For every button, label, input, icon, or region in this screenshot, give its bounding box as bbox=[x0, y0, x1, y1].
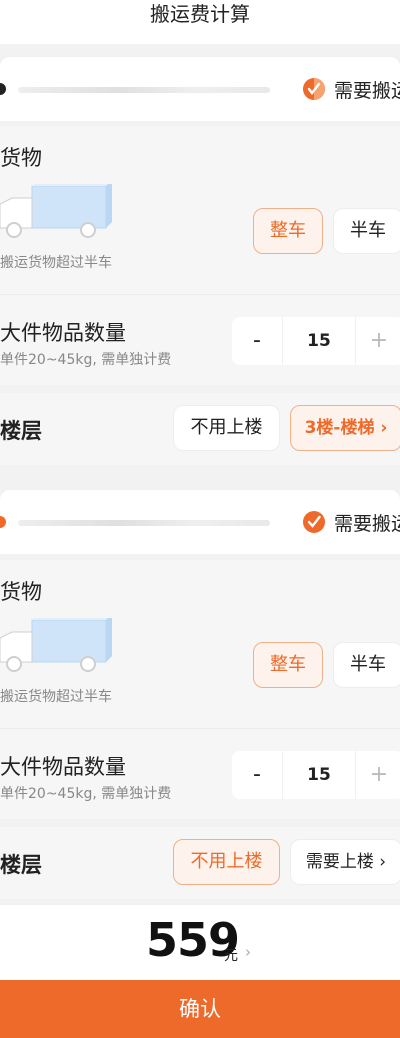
need-move-label[interactable]: 需要搬运 bbox=[334, 76, 400, 103]
quantity-stepper: - 15 + bbox=[232, 317, 400, 365]
decrement-button[interactable]: - bbox=[232, 751, 282, 799]
bulky-items-card: 大件物品数量 单件20~45kg, 需单独计费 - 15 + bbox=[0, 728, 400, 819]
no-stairs-option[interactable]: 不用上楼 bbox=[173, 405, 280, 451]
no-stairs-option[interactable]: 不用上楼 bbox=[173, 839, 280, 885]
address-dot-icon bbox=[0, 516, 6, 528]
full-truck-option[interactable]: 整车 bbox=[253, 208, 323, 254]
cargo-subtitle: 搬运货物超过半车 bbox=[0, 255, 112, 271]
move-toggle-icon[interactable] bbox=[302, 77, 326, 101]
floor-title: 楼层 bbox=[0, 419, 42, 443]
cargo-subtitle: 搬运货物超过半车 bbox=[0, 689, 112, 705]
cargo-card: 货物 搬运货物超过半车 整车 半车 bbox=[0, 560, 400, 728]
bulky-items-subtitle: 单件20~45kg, 需单独计费 bbox=[0, 786, 172, 802]
address-text-blurred bbox=[18, 520, 270, 526]
quantity-value[interactable]: 15 bbox=[282, 751, 356, 799]
chevron-right-icon[interactable]: › bbox=[245, 943, 251, 961]
floor-card: 楼层 不用上楼 需要上楼 › bbox=[0, 827, 400, 899]
check-circle-icon[interactable] bbox=[302, 510, 326, 534]
half-truck-option[interactable]: 半车 bbox=[333, 208, 400, 254]
cargo-title: 货物 bbox=[0, 580, 42, 604]
quantity-stepper: - 15 + bbox=[232, 751, 400, 799]
truck-icon bbox=[0, 618, 112, 672]
total-unit: 元 bbox=[224, 948, 238, 964]
floor-title: 楼层 bbox=[0, 853, 42, 877]
need-move-label[interactable]: 需要搬运 bbox=[334, 509, 400, 536]
cargo-title: 货物 bbox=[0, 146, 42, 170]
quantity-value[interactable]: 15 bbox=[282, 317, 356, 365]
bulky-items-title: 大件物品数量 bbox=[0, 321, 126, 345]
bulky-items-title: 大件物品数量 bbox=[0, 755, 126, 779]
confirm-button[interactable]: 确认 bbox=[0, 980, 400, 1038]
increment-button[interactable]: + bbox=[354, 751, 400, 799]
page-title: 搬运费计算 bbox=[150, 2, 250, 26]
increment-button[interactable]: + bbox=[354, 317, 400, 365]
full-truck-option[interactable]: 整车 bbox=[253, 642, 323, 688]
decrement-button[interactable]: - bbox=[232, 317, 282, 365]
truck-icon bbox=[0, 184, 112, 238]
half-truck-option[interactable]: 半车 bbox=[333, 642, 400, 688]
total-price-bar[interactable]: 559 元 › bbox=[0, 905, 400, 980]
address-dot-icon bbox=[0, 83, 6, 95]
bulky-items-subtitle: 单件20~45kg, 需单独计费 bbox=[0, 352, 172, 368]
bulky-items-card: 大件物品数量 单件20~45kg, 需单独计费 - 15 + bbox=[0, 294, 400, 385]
page-header: 搬运费计算 bbox=[0, 0, 400, 44]
floor-card: 楼层 不用上楼 3楼-楼梯 › bbox=[0, 393, 400, 465]
address-bar[interactable]: 需要搬运 bbox=[0, 57, 400, 121]
floor-stairs-option[interactable]: 3楼-楼梯 › bbox=[290, 405, 400, 451]
address-bar[interactable]: 需要搬运 bbox=[0, 490, 400, 554]
need-stairs-option[interactable]: 需要上楼 › bbox=[290, 839, 400, 885]
address-text-blurred bbox=[18, 87, 270, 93]
cargo-card: 货物 搬运货物超过半车 整车 半车 bbox=[0, 126, 400, 294]
